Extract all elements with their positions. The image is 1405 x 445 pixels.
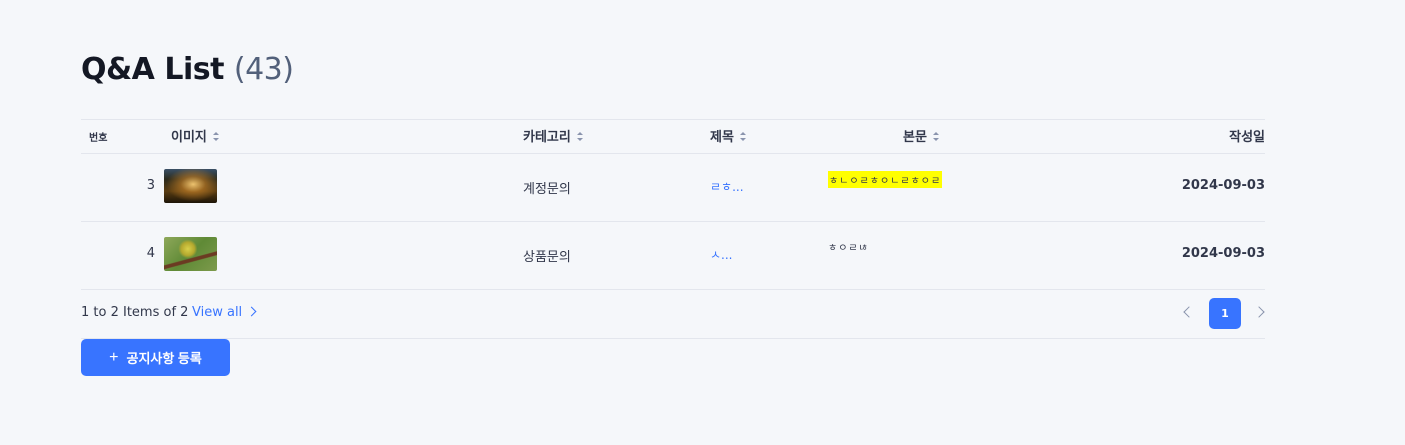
- table-row: 3 계정문의 ㄹㅎ... ㅎㄴㅇㄹㅎㅇㄴㄹㅎㅇㄹ 2024-09-03: [81, 153, 1265, 221]
- row-number: 4: [146, 246, 155, 261]
- page-title: Q&A List (43): [81, 52, 294, 87]
- table-row: 4 상품문의 ㅅ... ㅎㅇㄹㄶ 2024-09-03: [81, 221, 1265, 289]
- sort-icon: [212, 132, 219, 141]
- header-category-label: 카테고리: [523, 130, 571, 145]
- total-count: (43): [233, 52, 294, 87]
- view-all-label: View all: [192, 305, 243, 320]
- header-body[interactable]: 본문: [903, 126, 939, 145]
- sort-icon: [576, 132, 583, 141]
- row-subject-link[interactable]: ㅅ...: [710, 246, 732, 263]
- header-subject-label: 제목: [710, 130, 734, 145]
- row-body: ㅎㅇㄹㄶ: [828, 243, 869, 254]
- pagination-next-button[interactable]: [1255, 306, 1264, 318]
- row-body: ㅎㄴㅇㄹㅎㅇㄴㄹㅎㅇㄹ: [828, 171, 943, 188]
- row-thumbnail-image[interactable]: [164, 237, 217, 271]
- chevron-right-icon: [246, 306, 257, 317]
- header-subject[interactable]: 제목: [710, 126, 746, 145]
- row-number: 3: [146, 178, 155, 193]
- row-subject-link[interactable]: ㄹㅎ...: [710, 178, 744, 195]
- page-title-text: Q&A List: [81, 52, 224, 87]
- header-image-label: 이미지: [171, 130, 207, 145]
- sort-icon: [932, 132, 939, 141]
- table-bottom-border: [81, 289, 1265, 290]
- footer-bottom-border: [81, 338, 1265, 339]
- row-thumbnail-image[interactable]: [164, 169, 217, 203]
- add-notice-label: 공지사항 등록: [126, 351, 202, 366]
- pagination-summary: 1 to 2 Items of 2: [81, 305, 189, 320]
- view-all-link[interactable]: View all: [192, 305, 257, 320]
- header-no: 번호: [89, 133, 108, 144]
- header-date[interactable]: 작성일: [1229, 126, 1265, 145]
- table-top-border: [81, 119, 1265, 120]
- row-date: 2024-09-03: [1181, 178, 1265, 193]
- row-date: 2024-09-03: [1181, 246, 1265, 261]
- header-body-label: 본문: [903, 130, 927, 145]
- sort-icon: [739, 132, 746, 141]
- header-image[interactable]: 이미지: [171, 126, 219, 145]
- add-notice-button[interactable]: + 공지사항 등록: [81, 339, 230, 376]
- pagination-page-1[interactable]: 1: [1209, 298, 1241, 329]
- pagination-prev-button[interactable]: [1182, 306, 1191, 318]
- row-category: 계정문의: [523, 182, 571, 197]
- row-category: 상품문의: [523, 250, 571, 265]
- header-category[interactable]: 카테고리: [523, 126, 583, 145]
- plus-icon: +: [109, 348, 119, 366]
- header-date-label: 작성일: [1229, 130, 1265, 145]
